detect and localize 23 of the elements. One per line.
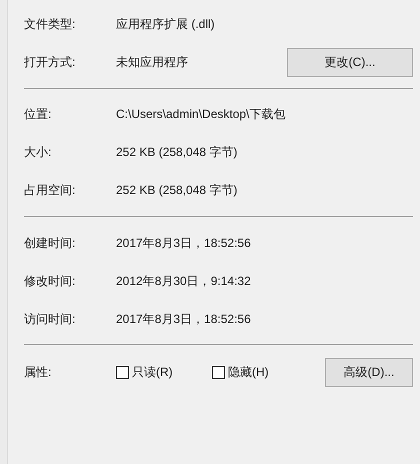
field-value: 2017年8月3日，18:52:56 xyxy=(116,235,251,252)
checkbox[interactable] xyxy=(212,366,225,378)
field-label: 访问时间: xyxy=(24,311,76,328)
field-value: 252 KB (258,048 字节) xyxy=(116,144,238,161)
field-value: 2017年8月3日，18:52:56 xyxy=(116,311,251,328)
field-label: 位置: xyxy=(24,106,52,123)
field-value: 252 KB (258,048 字节) xyxy=(116,182,238,199)
field-value: 2012年8月30日，9:14:32 xyxy=(116,273,251,290)
field-value: 应用程序扩展 (.dll) xyxy=(116,16,215,33)
field-label: 占用空间: xyxy=(24,182,76,199)
field-label: 打开方式: xyxy=(24,54,76,71)
checkbox-label[interactable]: 隐藏(H) xyxy=(228,363,269,381)
checkbox-label[interactable]: 只读(R) xyxy=(132,363,173,381)
field-label: 大小: xyxy=(24,144,52,161)
push-button[interactable]: 高级(D)... xyxy=(325,358,413,386)
field-value: C:\Users\admin\Desktop\下载包 xyxy=(116,106,286,123)
field-label: 属性: xyxy=(24,364,52,381)
field-value: 未知应用程序 xyxy=(116,54,188,71)
field-label: 修改时间: xyxy=(24,273,76,290)
field-label: 创建时间: xyxy=(24,235,76,252)
checkbox[interactable] xyxy=(116,366,129,378)
push-button[interactable]: 更改(C)... xyxy=(287,48,413,76)
field-label: 文件类型: xyxy=(24,16,76,33)
